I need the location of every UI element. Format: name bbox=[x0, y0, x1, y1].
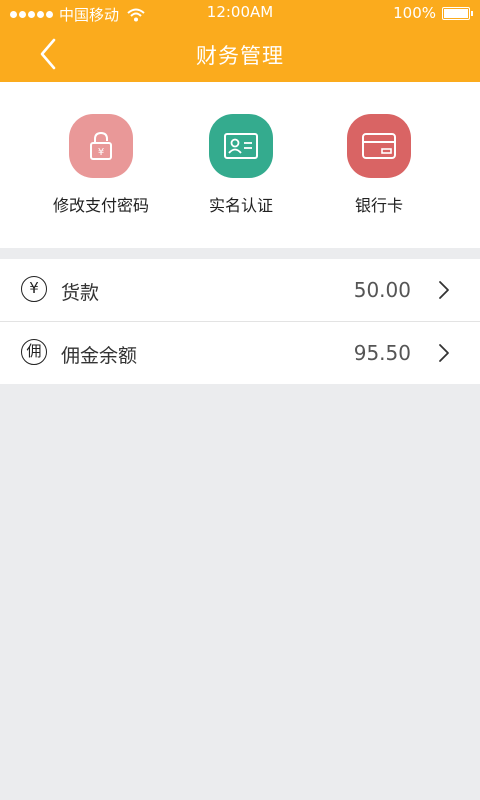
battery-icon bbox=[442, 6, 473, 20]
bank-card-button[interactable]: 银行卡 bbox=[299, 114, 459, 216]
list-item-commission-balance[interactable]: 佣 佣金余额 95.50 bbox=[0, 322, 480, 384]
status-bar: 中国移动 12:00AM 100% bbox=[0, 0, 480, 26]
page-title: 财务管理 bbox=[196, 44, 284, 68]
nav-bar: 财务管理 bbox=[0, 26, 480, 82]
status-right: 100% bbox=[393, 4, 473, 22]
commission-icon: 佣 bbox=[21, 339, 47, 365]
bank-card-icon bbox=[347, 114, 411, 178]
list-item-value: 95.50 bbox=[353, 341, 411, 365]
list-item-goods-payment[interactable]: ¥ 货款 50.00 bbox=[0, 259, 480, 322]
list-item-label: 货款 bbox=[61, 282, 100, 304]
quick-action-label: 修改支付密码 bbox=[52, 196, 149, 215]
real-name-auth-button[interactable]: 实名认证 bbox=[161, 114, 321, 216]
chevron-right-icon bbox=[439, 344, 449, 362]
list-item-value: 50.00 bbox=[353, 278, 411, 302]
account-list: ¥ 货款 50.00 佣 佣金余额 95.50 bbox=[0, 259, 480, 384]
list-item-label: 佣金余额 bbox=[61, 345, 138, 367]
id-card-icon bbox=[209, 114, 273, 178]
change-pay-password-button[interactable]: ¥ 修改支付密码 bbox=[21, 114, 181, 216]
svg-text:¥: ¥ bbox=[98, 147, 104, 158]
battery-percent: 100% bbox=[393, 4, 436, 22]
yuan-icon: ¥ bbox=[21, 276, 47, 302]
quick-actions: ¥ 修改支付密码 实名认证 银行卡 bbox=[0, 82, 480, 248]
chevron-right-icon bbox=[439, 281, 449, 299]
lock-yuan-icon: ¥ bbox=[69, 114, 133, 178]
quick-action-label: 银行卡 bbox=[354, 196, 403, 215]
top-bar: 中国移动 12:00AM 100% 财务管理 bbox=[0, 0, 480, 82]
quick-action-label: 实名认证 bbox=[208, 196, 273, 215]
